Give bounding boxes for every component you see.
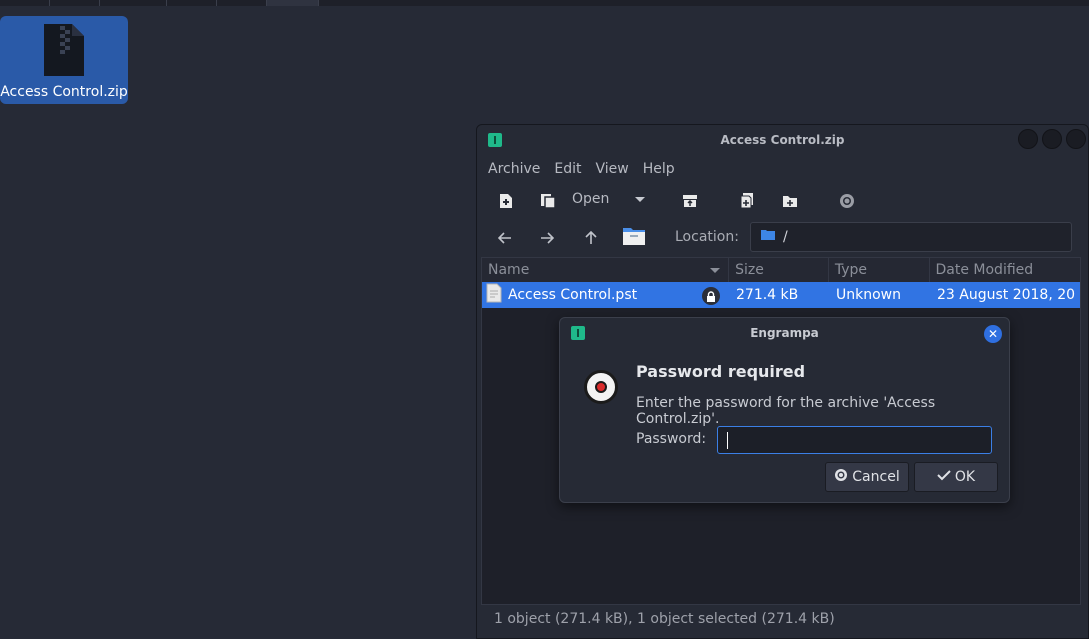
location-field[interactable]: /: [750, 222, 1072, 252]
window-title: Access Control.zip: [720, 133, 845, 147]
panel-segment[interactable]: [167, 0, 217, 6]
stop-icon[interactable]: [836, 191, 858, 211]
file-list-header: Name Size Type Date Modified: [482, 258, 1080, 282]
file-type: Unknown: [836, 287, 901, 303]
location-label: Location:: [675, 229, 739, 245]
password-label: Password:: [636, 431, 707, 447]
column-size[interactable]: Size: [729, 258, 829, 282]
dialog-title: Engrampa: [750, 326, 819, 340]
cancel-icon: [834, 468, 848, 486]
maximize-button[interactable]: [1042, 129, 1062, 149]
column-name[interactable]: Name: [482, 258, 730, 282]
dialog-message: Enter the password for the archive 'Acce…: [636, 395, 936, 427]
toolbar: Open: [477, 183, 1088, 219]
panel-segment[interactable]: [50, 0, 100, 6]
up-arrow-icon[interactable]: [581, 229, 601, 247]
column-size-label: Size: [735, 262, 764, 278]
password-dialog: Engrampa ✕ Password required Enter the p…: [559, 317, 1010, 503]
add-files-icon[interactable]: [736, 191, 758, 211]
cancel-button[interactable]: Cancel: [825, 462, 909, 492]
engrampa-app-icon: [488, 133, 502, 151]
panel-segment-active[interactable]: [267, 0, 319, 6]
menu-view[interactable]: View: [596, 161, 629, 177]
password-icon: [584, 370, 618, 404]
sort-arrow-icon: [710, 268, 721, 273]
dialog-titlebar[interactable]: Engrampa ✕: [560, 318, 1009, 348]
desktop-icon-label: Access Control.zip: [0, 84, 128, 100]
window-titlebar[interactable]: Access Control.zip: [477, 125, 1088, 155]
location-path: /: [783, 229, 788, 245]
menu-edit[interactable]: Edit: [554, 161, 581, 177]
folder-icon: [761, 229, 775, 245]
dialog-heading: Password required: [636, 362, 806, 381]
column-type-label: Type: [834, 262, 867, 278]
column-date-modified[interactable]: Date Modified: [930, 258, 1081, 282]
panel-segment[interactable]: [100, 0, 167, 6]
file-modified: 23 August 2018, 20…: [937, 287, 1076, 303]
lock-icon: [702, 287, 720, 305]
column-type[interactable]: Type: [829, 258, 930, 282]
file-icon: [486, 283, 502, 307]
back-arrow-icon[interactable]: [495, 229, 515, 247]
file-name: Access Control.pst: [508, 287, 638, 303]
ok-button[interactable]: OK: [914, 462, 998, 492]
extract-icon[interactable]: [679, 191, 701, 211]
engrampa-app-icon: [571, 326, 585, 343]
menu-archive[interactable]: Archive: [488, 161, 540, 177]
column-date-label: Date Modified: [935, 262, 1034, 278]
password-input[interactable]: [717, 426, 992, 454]
forward-arrow-icon[interactable]: [537, 229, 557, 247]
open-dropdown-arrow[interactable]: [635, 197, 645, 202]
panel-segment[interactable]: [0, 0, 50, 6]
panel-segment[interactable]: [217, 0, 267, 6]
desktop-icon-access-control-zip[interactable]: Access Control.zip: [0, 16, 128, 104]
file-size: 271.4 kB: [736, 287, 799, 303]
minimize-button[interactable]: [1018, 129, 1038, 149]
copy-archive-icon[interactable]: [537, 191, 559, 211]
column-name-label: Name: [488, 262, 530, 278]
text-caret: [727, 432, 728, 449]
open-button[interactable]: Open: [572, 191, 609, 207]
close-window-button[interactable]: [1066, 129, 1086, 149]
home-folder-icon[interactable]: [622, 225, 646, 247]
status-bar: 1 object (271.4 kB), 1 object selected (…: [494, 611, 835, 627]
table-row[interactable]: Access Control.pst 271.4 kB Unknown 23 A…: [482, 282, 1080, 308]
check-icon: [937, 469, 951, 485]
top-panel: [0, 0, 1089, 6]
menu-bar: Archive Edit View Help: [477, 155, 1088, 183]
location-bar: Location: /: [477, 221, 1088, 255]
zip-file-icon: [42, 22, 86, 78]
new-archive-icon[interactable]: [495, 191, 517, 211]
cancel-label: Cancel: [852, 469, 900, 485]
close-icon[interactable]: ✕: [984, 325, 1002, 343]
ok-label: OK: [954, 469, 976, 485]
menu-help[interactable]: Help: [643, 161, 675, 177]
add-folder-icon[interactable]: [779, 191, 801, 211]
